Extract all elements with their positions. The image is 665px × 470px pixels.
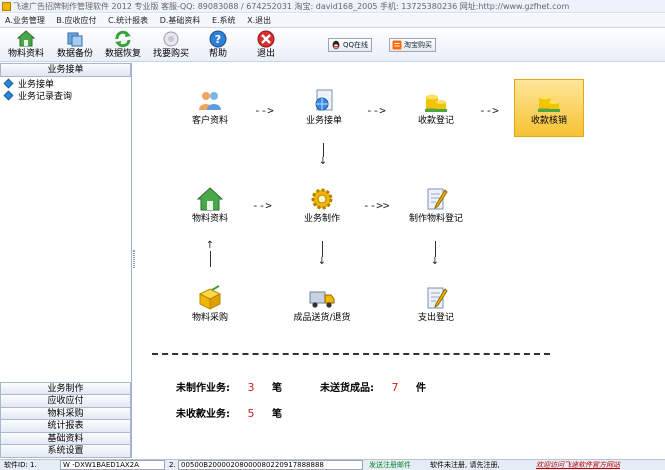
node-material-register[interactable]: 制作物料登记 [404,186,468,225]
app-icon [2,2,11,11]
coins-icon [425,94,447,112]
arrow-customer-to-order: --> [254,104,274,117]
sidebar-tree: 业务接单 业务记录查询 [0,77,131,103]
official-website-link[interactable]: 欢迎访问飞速软件官方网站 [536,460,620,470]
node-payment-verify[interactable]: 收款核销 [514,79,584,137]
node-expense-register[interactable]: 支出登记 [410,285,462,324]
stat-unpaid-value: 5 [247,407,255,420]
arrow-order-to-payment: --> [366,104,386,117]
menu-basic-data[interactable]: D.基础资料 [155,14,205,28]
house-icon [17,30,35,47]
menu-exit[interactable]: X.退出 [242,14,275,28]
node-material-data[interactable]: 物料资料 [184,186,236,225]
material-data-button[interactable]: 物料资料 [6,30,46,61]
field2-label: 2. [169,461,176,469]
exit-icon [257,30,275,48]
section-receivable-payable[interactable]: 应收应付 [0,395,131,408]
coins-icon [538,94,560,112]
node-payment-register[interactable]: 收款登记 [410,88,462,127]
data-backup-button[interactable]: 数据备份 [53,30,97,61]
sidebar-section-stack: 业务制作 应收应付 物料采购 统计报表 基础资料 系统设置 [0,382,131,458]
dashed-divider [152,353,550,359]
qq-icon [332,40,340,50]
node-material-purchase[interactable]: 物料采购 [184,285,236,324]
arrow-purchase-to-material: ↑ [205,241,215,267]
buy-button[interactable]: 找要购买 [149,30,193,61]
data-restore-button[interactable]: 数据恢复 [101,30,145,61]
panel-header-business-order[interactable]: 业务接单 [0,63,131,77]
exit-button[interactable]: 退出 [251,30,281,61]
taobao-buy-button[interactable]: 淘宝购买 [389,38,436,52]
toolbar: 物料资料 数据备份 数据恢复 找要购买 ? 帮助 退出 QQ在线 淘宝购买 [0,29,665,62]
svg-text:?: ? [215,33,221,46]
menu-reports[interactable]: C.统计报表 [103,14,152,28]
document-globe-icon [315,89,333,111]
sidebar-item-business-order[interactable]: 业务接单 [3,78,131,91]
workflow-canvas: 客户资料 --> 业务接单 --> 收款登记 --> 收款核销 ↓ 物料资料 -… [136,63,665,458]
software-id-label: 软件ID: 1. [4,461,37,469]
help-icon: ? [209,30,227,48]
node-business-production[interactable]: 业务制作 [296,186,348,225]
house-icon [197,187,223,211]
buy-icon [163,31,179,47]
panel-splitter[interactable] [133,250,135,268]
stat-unpaid-business: 未收款业务: 5 笔 [176,407,282,420]
truck-icon [309,291,335,308]
diamond-icon [3,90,14,101]
unregistered-notice: 软件未注册, 请先注册, [430,461,500,469]
taobao-icon [392,40,402,50]
qq-online-button[interactable]: QQ在线 [328,38,373,52]
menu-system[interactable]: E.系统 [207,14,240,28]
section-production[interactable]: 业务制作 [0,382,131,396]
stat-unmade-value: 3 [247,381,255,394]
arrow-register-to-expense: ↓ [430,241,440,267]
status-bar: 软件ID: 1. W -DXW1BAED1AX2A 2. 00500B20000… [0,459,665,470]
section-reports[interactable]: 统计报表 [0,420,131,433]
package-icon [198,285,222,310]
stat-unmade-business: 未制作业务: 3 笔 [176,381,282,394]
arrow-material-to-production: --> [252,199,272,212]
window-title-bar: 飞速广告招牌制作管理软件 2012 专业版 客服-QQ: 89083088 / … [0,0,665,13]
send-register-email-link[interactable]: 发送注册邮件 [369,460,411,470]
arrow-production-to-material-register: -->> [363,199,390,212]
edit-document-icon [427,287,448,309]
node-business-order[interactable]: 业务接单 [298,88,350,127]
arrow-payment-to-verify: --> [479,104,499,117]
restore-icon [115,30,131,48]
diamond-icon [3,78,14,89]
stat-undelivered-value: 7 [391,381,399,394]
menu-business[interactable]: A.业务管理 [0,14,49,28]
registration-code-field[interactable]: 00500B20000208000080220917888888 [178,460,363,470]
section-system-settings[interactable]: 系统设置 [0,445,131,458]
left-panel: 业务接单 业务接单 业务记录查询 业务制作 应收应付 物料采购 统计报表 基础资… [0,63,132,458]
window-title: 飞速广告招牌制作管理软件 2012 专业版 客服-QQ: 89083088 / … [13,2,570,11]
node-delivery-return[interactable]: 成品送货/退货 [286,285,358,324]
backup-icon [67,32,83,47]
gear-icon [311,188,333,210]
software-id-field[interactable]: W -DXW1BAED1AX2A [60,460,165,470]
section-purchase[interactable]: 物料采购 [0,407,131,421]
arrow-order-to-production: ↓ [318,143,328,167]
menu-receivable-payable[interactable]: B.应收应付 [51,14,100,28]
node-customer-data[interactable]: 客户资料 [184,88,236,127]
arrow-production-to-delivery: ↓ [317,241,327,267]
edit-document-icon [427,188,448,210]
section-basic-data[interactable]: 基础资料 [0,432,131,446]
sidebar-item-record-query[interactable]: 业务记录查询 [3,90,131,103]
stat-undelivered-goods: 未送货成品: 7 件 [320,381,426,394]
people-icon [199,92,221,110]
menu-bar: A.业务管理 B.应收应付 C.统计报表 D.基础资料 E.系统 X.退出 [0,14,665,28]
help-button[interactable]: ? 帮助 [203,30,233,61]
